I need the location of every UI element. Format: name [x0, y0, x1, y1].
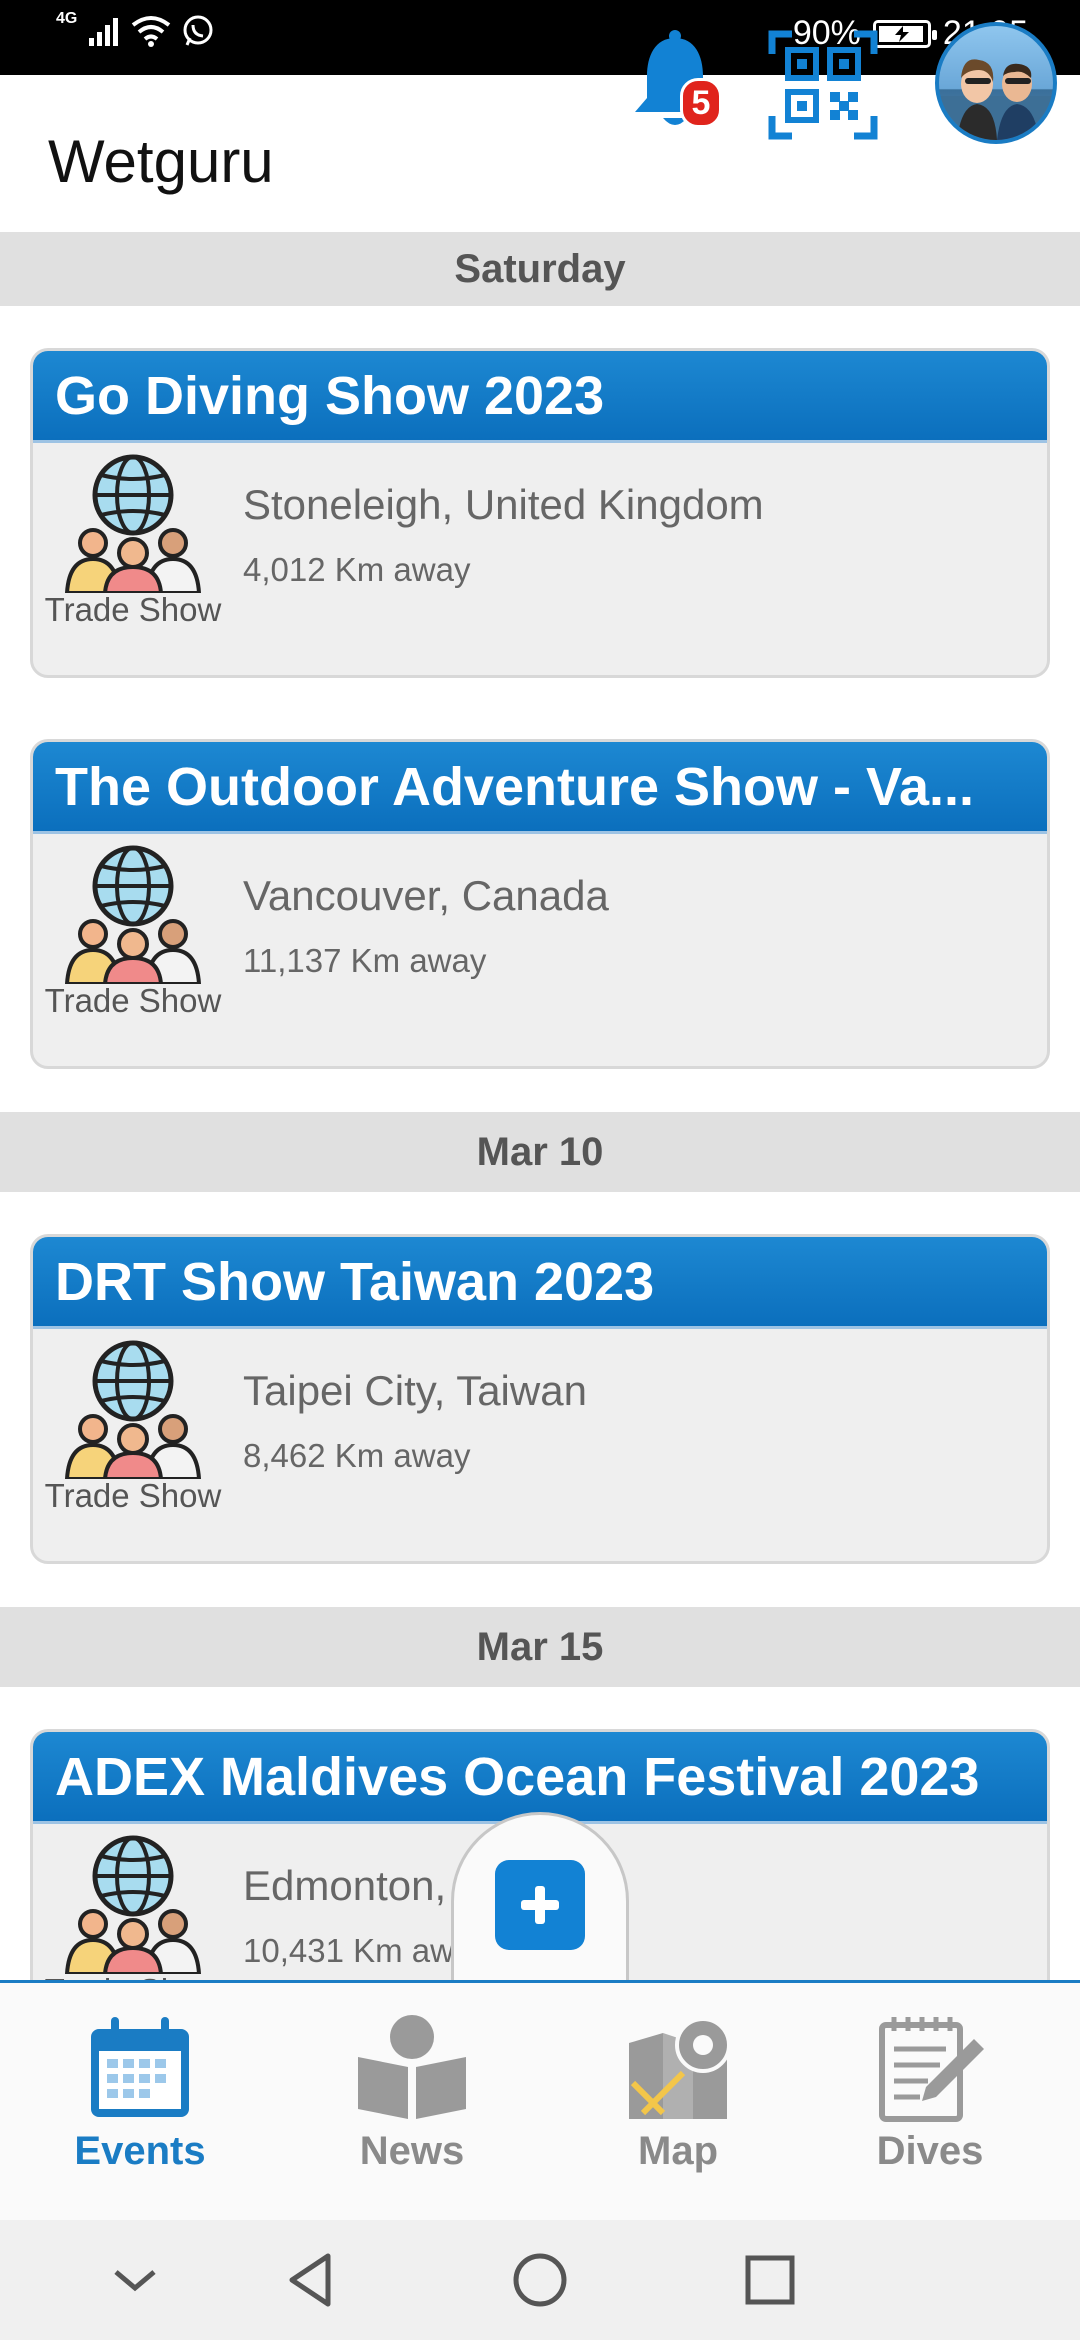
notepad-pencil-icon	[879, 2017, 984, 2122]
bottom-navigation: Events News Map Dives	[0, 1980, 1080, 2220]
event-location: Vancouver, Canada	[243, 872, 609, 919]
network-type: 4G	[56, 10, 78, 27]
notification-badge: 5	[680, 78, 722, 128]
status-bar: 4G 90%	[0, 0, 1080, 75]
app-title: Wetguru	[48, 128, 274, 195]
newspaper-reader-icon	[358, 2015, 466, 2119]
app-header: Wetguru	[0, 75, 1080, 243]
event-distance: 8,462 Km away	[243, 1437, 471, 1474]
recent-apps-icon[interactable]	[742, 2250, 798, 2310]
nav-label: News	[359, 2129, 465, 2173]
back-icon[interactable]	[282, 2250, 338, 2310]
trade-show-icon	[64, 1340, 202, 1479]
avatar-photo-icon	[939, 59, 1053, 140]
event-type: Trade Show	[44, 591, 222, 628]
trade-show-icon	[64, 1835, 202, 1974]
home-icon[interactable]	[510, 2250, 570, 2310]
qr-code-icon[interactable]	[768, 30, 878, 140]
trade-show-icon	[64, 454, 202, 593]
event-type: Trade Show	[44, 982, 222, 1019]
event-body: Trade Show Vancouver, Canada 11,137 Km a…	[33, 834, 1047, 1066]
nav-item-map[interactable]: Map	[578, 2013, 778, 2174]
event-card[interactable]: DRT Show Taiwan 2023 Trade Show Taipei C…	[30, 1234, 1050, 1564]
event-type: Trade Show	[44, 1477, 222, 1514]
event-location: Edmonton,	[243, 1862, 447, 1909]
whatsapp-icon	[183, 15, 213, 46]
nav-label: Events	[74, 2129, 206, 2173]
plus-icon	[521, 1886, 559, 1924]
section-header-date: Mar 15	[0, 1607, 1080, 1687]
profile-avatar[interactable]	[935, 22, 1057, 144]
status-left: 4G	[56, 10, 215, 48]
screen: 4G 90% Wetguru 5 Saturday Go Diving Show…	[0, 0, 1080, 2340]
event-title: The Outdoor Adventure Show - Va...	[33, 742, 1047, 834]
event-body: Trade Show Taipei City, Taiwan 8,462 Km …	[33, 1329, 1047, 1561]
event-distance: 10,431 Km aw	[243, 1932, 454, 1969]
chevron-down-icon[interactable]	[110, 2250, 160, 2310]
map-pin-icon	[629, 2017, 731, 2119]
trade-show-icon	[64, 845, 202, 984]
event-title: DRT Show Taiwan 2023	[33, 1237, 1047, 1329]
system-navigation-bar	[0, 2220, 1080, 2340]
event-title: Go Diving Show 2023	[33, 351, 1047, 443]
event-card[interactable]: Go Diving Show 2023 Trade Show Stoneleig…	[30, 348, 1050, 678]
event-distance: 4,012 Km away	[243, 551, 471, 588]
add-event-button[interactable]	[495, 1860, 585, 1950]
nav-label: Dives	[876, 2129, 984, 2173]
event-distance: 11,137 Km away	[243, 942, 487, 979]
nav-item-news[interactable]: News	[312, 2013, 512, 2174]
nav-item-events[interactable]: Events	[40, 2013, 240, 2174]
event-title: ADEX Maldives Ocean Festival 2023	[33, 1732, 1047, 1824]
event-location: Taipei City, Taiwan	[243, 1367, 587, 1414]
nav-item-dives[interactable]: Dives	[830, 2013, 1030, 2174]
section-header-date: Saturday	[0, 232, 1080, 306]
wifi-icon	[132, 16, 171, 47]
nav-label: Map	[638, 2129, 718, 2173]
section-header-date: Mar 10	[0, 1112, 1080, 1192]
battery-icon	[872, 19, 937, 48]
calendar-icon	[91, 2017, 189, 2117]
event-card[interactable]: The Outdoor Adventure Show - Va... Trade…	[30, 739, 1050, 1069]
signal-icon	[89, 18, 119, 46]
event-location: Stoneleigh, United Kingdom	[243, 481, 764, 528]
event-body: Trade Show Stoneleigh, United Kingdom 4,…	[33, 443, 1047, 675]
